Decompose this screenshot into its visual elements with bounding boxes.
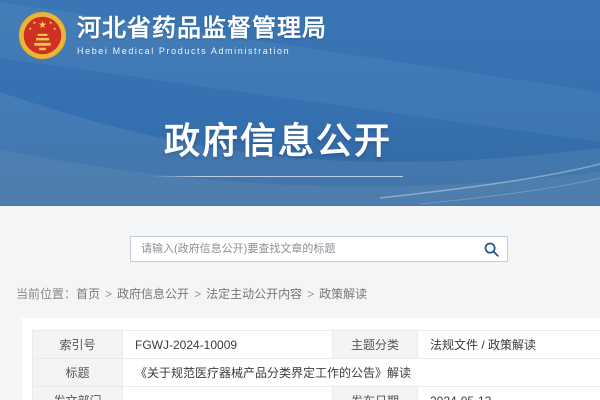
- breadcrumb-item-statutory-disclosure[interactable]: 法定主动公开内容: [206, 287, 302, 301]
- document-panel: 索引号 FGWJ-2024-10009 主题分类 法规文件 / 政策解读 标题 …: [22, 318, 600, 400]
- breadcrumb-separator: >: [307, 287, 314, 301]
- page: ★ ★ ★ ★ ★ 河北省药品监督管理局 Hebei Medical Produ…: [0, 0, 600, 400]
- title-underline: [153, 176, 403, 177]
- breadcrumb-item-policy-interpretation: 政策解读: [319, 287, 367, 301]
- breadcrumb-item-info-disclosure[interactable]: 政府信息公开: [117, 287, 189, 301]
- field-index-value: FGWJ-2024-10009: [123, 331, 333, 359]
- document-meta-table: 索引号 FGWJ-2024-10009 主题分类 法规文件 / 政策解读 标题 …: [32, 330, 600, 400]
- breadcrumb-label: 当前位置：: [16, 287, 76, 301]
- field-index-label: 索引号: [33, 331, 123, 359]
- field-date-label: 发布日期: [333, 387, 418, 400]
- svg-text:★: ★: [53, 26, 57, 31]
- field-title-label: 标题: [33, 359, 123, 387]
- svg-text:★: ★: [28, 26, 32, 31]
- table-row: 索引号 FGWJ-2024-10009 主题分类 法规文件 / 政策解读: [33, 331, 600, 359]
- hero-banner: ★ ★ ★ ★ ★ 河北省药品监督管理局 Hebei Medical Produ…: [0, 0, 600, 206]
- breadcrumb-separator: >: [194, 287, 201, 301]
- site-title: 河北省药品监督管理局 Hebei Medical Products Admini…: [77, 15, 327, 57]
- table-row: 标题 《关于规范医疗器械产品分类界定工作的公告》解读: [33, 359, 600, 387]
- field-category-value: 法规文件 / 政策解读: [418, 331, 600, 359]
- field-date-value: 2024-05-13: [418, 387, 600, 400]
- breadcrumb-separator: >: [105, 287, 112, 301]
- search-box: [130, 236, 508, 262]
- field-department-value: [123, 387, 333, 400]
- breadcrumb-item-home[interactable]: 首页: [76, 287, 100, 301]
- site-logo[interactable]: ★ ★ ★ ★ ★ 河北省药品监督管理局 Hebei Medical Produ…: [18, 11, 327, 60]
- search-button[interactable]: [475, 237, 507, 261]
- table-row: 发文部门 发布日期 2024-05-13: [33, 387, 600, 400]
- field-department-label: 发文部门: [33, 387, 123, 400]
- field-title-value: 《关于规范医疗器械产品分类界定工作的公告》解读: [123, 359, 600, 387]
- page-title: 政府信息公开: [153, 112, 403, 164]
- site-title-cn: 河北省药品监督管理局: [77, 15, 327, 43]
- site-title-en: Hebei Medical Products Administration: [77, 46, 327, 56]
- banner-title-block: 政府信息公开: [153, 112, 403, 177]
- breadcrumb: 当前位置：首页 > 政府信息公开 > 法定主动公开内容 > 政策解读: [16, 285, 367, 302]
- field-category-label: 主题分类: [333, 331, 418, 359]
- svg-text:★: ★: [38, 20, 47, 31]
- search-input[interactable]: [131, 237, 475, 261]
- svg-text:★: ★: [49, 20, 53, 25]
- national-emblem-icon: ★ ★ ★ ★ ★: [18, 11, 67, 60]
- svg-text:★: ★: [33, 20, 37, 25]
- search-icon: [483, 241, 500, 258]
